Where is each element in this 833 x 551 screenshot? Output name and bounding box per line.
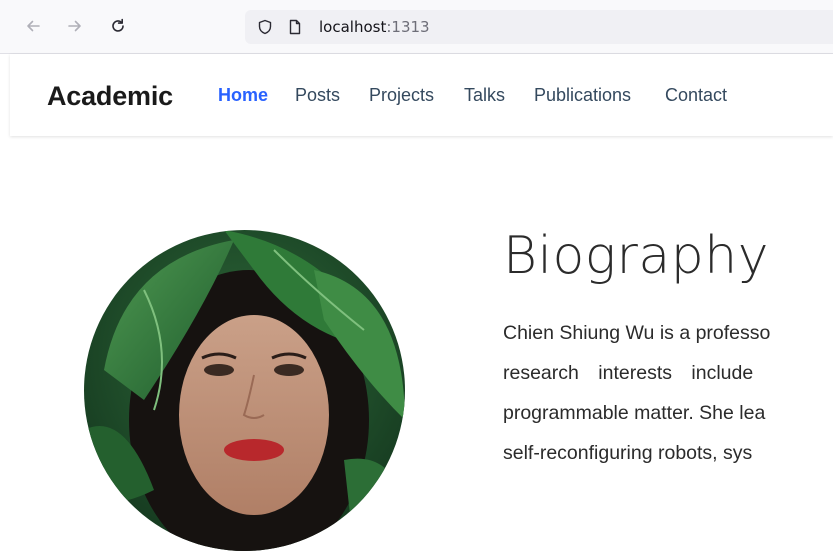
biography-line: programmable matter. She lea: [503, 402, 766, 424]
reload-button[interactable]: [106, 14, 130, 38]
biography-line: research interests include: [503, 362, 754, 384]
biography-line: self-reconfiguring robots, sys: [503, 442, 753, 464]
biography-heading: Biography: [503, 226, 769, 286]
nav-item-posts[interactable]: Posts: [295, 85, 340, 106]
site-navbar: Academic Home Posts Projects Talks Publi…: [10, 54, 833, 136]
site-brand[interactable]: Academic: [47, 81, 173, 112]
forward-button[interactable]: [63, 14, 87, 38]
avatar: [84, 230, 405, 551]
page-icon[interactable]: [287, 19, 303, 35]
back-button[interactable]: [21, 14, 45, 38]
biography-text: Chien Shiung Wu is a professo research i…: [503, 313, 833, 473]
avatar-photo: [84, 230, 405, 551]
nav-item-contact[interactable]: Contact: [665, 85, 727, 106]
nav-item-talks[interactable]: Talks: [464, 85, 505, 106]
nav-item-publications[interactable]: Publications: [534, 85, 631, 106]
url-text[interactable]: localhost:1313: [319, 18, 430, 36]
url-port: :1313: [386, 18, 430, 36]
nav-item-home[interactable]: Home: [218, 85, 268, 106]
shield-icon[interactable]: [257, 19, 273, 35]
browser-toolbar: localhost:1313: [0, 0, 833, 54]
biography-line: Chien Shiung Wu is a professo: [503, 322, 771, 344]
nav-item-projects[interactable]: Projects: [369, 85, 434, 106]
reload-icon: [112, 18, 124, 32]
url-host: localhost: [319, 18, 387, 36]
arrow-right-icon: [68, 20, 81, 32]
arrow-left-icon: [27, 20, 40, 32]
url-bar[interactable]: localhost:1313: [245, 10, 833, 44]
